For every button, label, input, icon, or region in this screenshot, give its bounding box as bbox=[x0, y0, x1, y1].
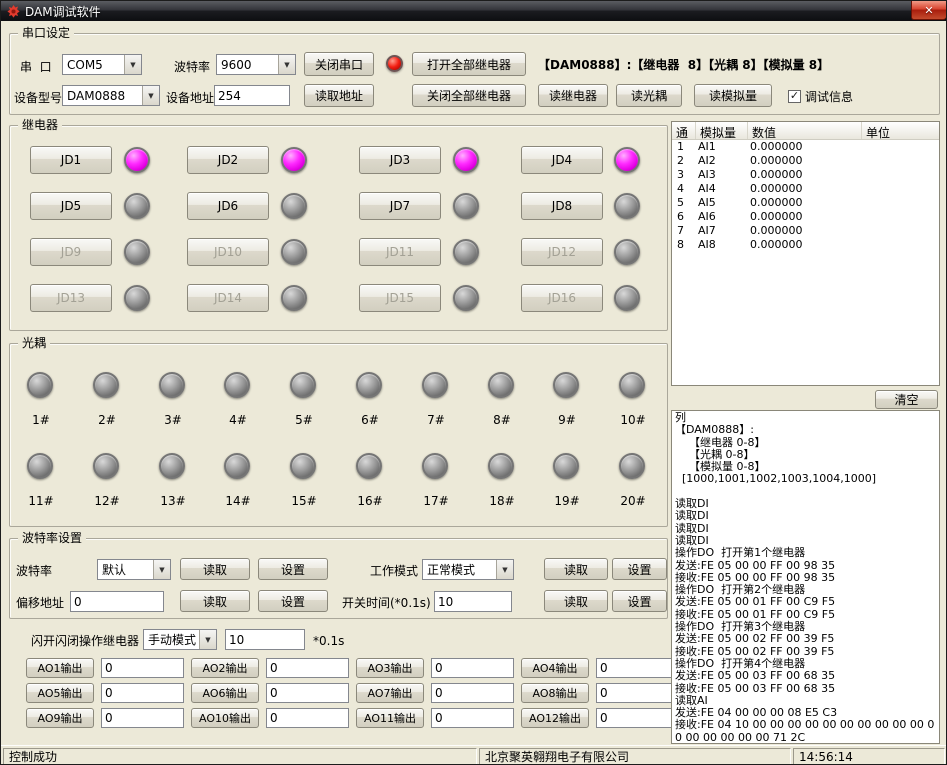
ao-output-input-8[interactable] bbox=[596, 683, 679, 703]
ao-output-button-7[interactable]: AO7输出 bbox=[356, 683, 424, 703]
log-line: 接收:FE 05 00 03 FF 00 68 35 bbox=[675, 683, 938, 695]
log-line: 读取DI bbox=[675, 498, 938, 510]
log-line: [1000,1001,1002,1003,1004,1000] bbox=[675, 473, 938, 485]
ao-output-input-12[interactable] bbox=[596, 708, 679, 728]
log-line: 发送:FE 05 00 01 FF 00 C9 F5 bbox=[675, 596, 938, 608]
log-line: 操作DO 打开第1个继电器 bbox=[675, 547, 938, 559]
company-name: 北京聚英翱翔电子有限公司 bbox=[479, 748, 791, 765]
log-line: 读取DI bbox=[675, 510, 938, 522]
ao-output-button-11[interactable]: AO11输出 bbox=[356, 708, 424, 728]
log-line: 【DAM0888】: bbox=[675, 424, 938, 436]
ao-output-input-6[interactable] bbox=[266, 683, 349, 703]
ao-output-input-11[interactable] bbox=[431, 708, 514, 728]
ao-output-input-5[interactable] bbox=[101, 683, 184, 703]
ao-output-input-3[interactable] bbox=[431, 658, 514, 678]
ao-output-button-1[interactable]: AO1输出 bbox=[26, 658, 94, 678]
ao-output-button-9[interactable]: AO9输出 bbox=[26, 708, 94, 728]
status-time: 14:56:14 bbox=[793, 748, 945, 765]
status-bar: 控制成功 北京聚英翱翔电子有限公司 14:56:14 bbox=[1, 745, 946, 765]
ao-output-input-10[interactable] bbox=[266, 708, 349, 728]
ao-output-input-1[interactable] bbox=[101, 658, 184, 678]
ao-output-button-4[interactable]: AO4输出 bbox=[521, 658, 589, 678]
log-line: 发送:FE 05 00 00 FF 00 98 35 bbox=[675, 560, 938, 572]
log-line: 接收:FE 04 10 00 00 00 00 00 00 00 00 00 0… bbox=[675, 719, 938, 744]
ao-output-button-12[interactable]: AO12输出 bbox=[521, 708, 589, 728]
ao-output-button-8[interactable]: AO8输出 bbox=[521, 683, 589, 703]
ao-output-input-7[interactable] bbox=[431, 683, 514, 703]
log-line: 读取DI bbox=[675, 523, 938, 535]
ao-output-button-3[interactable]: AO3输出 bbox=[356, 658, 424, 678]
status-message: 控制成功 bbox=[3, 748, 477, 765]
ao-output-button-6[interactable]: AO6输出 bbox=[191, 683, 259, 703]
ao-output-input-9[interactable] bbox=[101, 708, 184, 728]
ao-output-input-2[interactable] bbox=[266, 658, 349, 678]
log-line: 发送:FE 05 00 02 FF 00 39 F5 bbox=[675, 633, 938, 645]
log-panel[interactable]: 列【DAM0888】: 【继电器 0-8】 【光耦 0-8】 【模拟量 0-8】… bbox=[671, 410, 940, 744]
app-window: DAM调试软件 ✕ 串口设定 串 口 COM5 ▼ 波特率 9600 ▼ 关闭串… bbox=[0, 0, 947, 765]
ao-output-button-2[interactable]: AO2输出 bbox=[191, 658, 259, 678]
log-line bbox=[675, 486, 938, 498]
ao-output-button-10[interactable]: AO10输出 bbox=[191, 708, 259, 728]
ao-output-input-4[interactable] bbox=[596, 658, 679, 678]
log-line: 发送:FE 05 00 03 FF 00 68 35 bbox=[675, 670, 938, 682]
ao-output-button-5[interactable]: AO5输出 bbox=[26, 683, 94, 703]
